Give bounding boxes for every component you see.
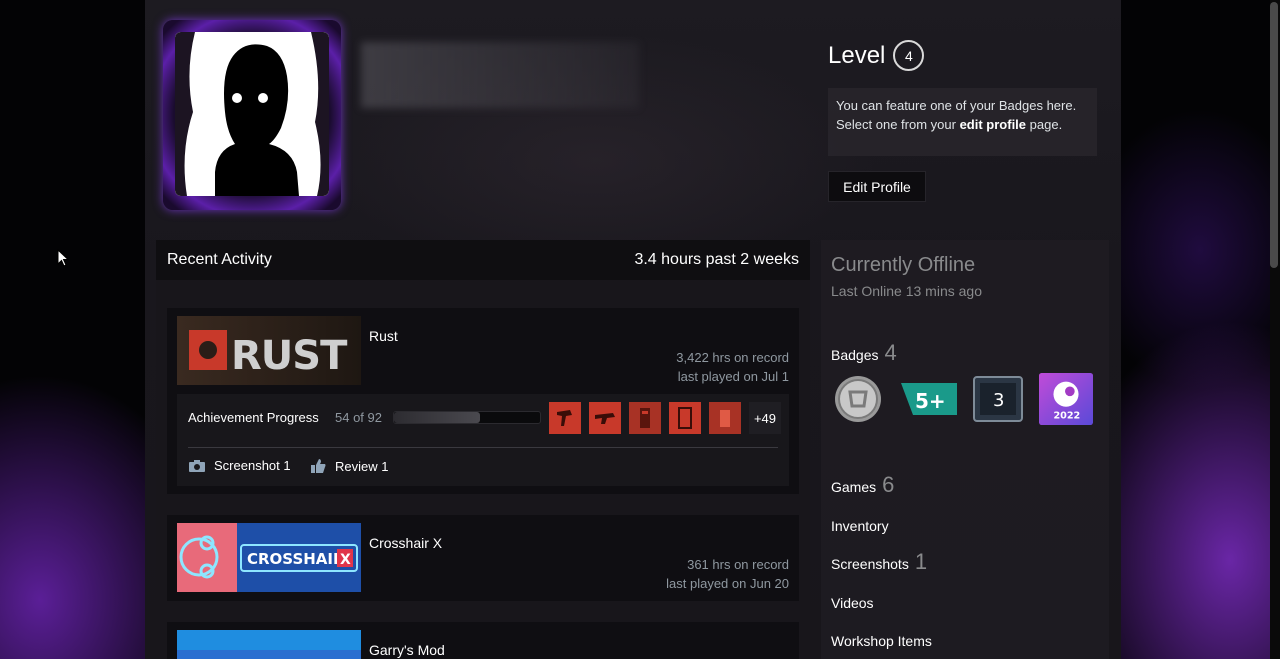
svg-text:2022: 2022: [1053, 410, 1080, 421]
achievement-door-icon[interactable]: [669, 402, 701, 434]
svg-text:X: X: [340, 552, 351, 568]
achievement-divider: [188, 447, 778, 448]
profile-sidebar: Currently Offline Last Online 13 mins ag…: [821, 240, 1109, 659]
achievement-progress-row: Achievement Progress 54 of 92 +49 Screen…: [177, 394, 789, 486]
badges-link[interactable]: Badges 4: [831, 340, 897, 366]
game-name[interactable]: Garry's Mod: [369, 642, 445, 658]
recent-activity-title: Recent Activity: [167, 251, 272, 268]
achievement-gun-icon[interactable]: [589, 402, 621, 434]
profile-name-blurred: [361, 42, 639, 108]
inventory-link[interactable]: Inventory: [831, 518, 889, 534]
badge-coin-icon[interactable]: [831, 372, 885, 426]
game-capsule-garrys-mod[interactable]: [177, 630, 361, 659]
svg-text:RUST: RUST: [231, 333, 348, 379]
recent-activity-panel: Recent Activity 3.4 hours past 2 weeks R…: [156, 240, 810, 659]
recent-activity-hours: 3.4 hours past 2 weeks: [634, 251, 799, 268]
achievement-panel-icon[interactable]: [709, 402, 741, 434]
achievement-progress-fill: [394, 412, 480, 423]
profile-level: Level 4: [828, 40, 925, 71]
recent-activity-header: Recent Activity 3.4 hours past 2 weeks: [156, 240, 810, 280]
badge-steam-2022-icon[interactable]: 2022: [1039, 372, 1093, 426]
game-card-garrys-mod: Garry's Mod: [167, 622, 799, 659]
badge-years-icon[interactable]: 5+: [901, 372, 957, 426]
achievement-armor-icon[interactable]: [629, 402, 661, 434]
svg-text:3: 3: [993, 390, 1004, 411]
camera-icon: [189, 459, 205, 472]
achievement-icons: +49: [549, 402, 781, 434]
more-achievements[interactable]: +49: [749, 402, 781, 434]
screenshot-link[interactable]: Screenshot 1: [188, 458, 291, 473]
mouse-cursor-icon: [57, 249, 69, 267]
level-badge[interactable]: 4: [893, 40, 925, 71]
achievement-count: 54 of 92: [335, 410, 382, 425]
videos-link[interactable]: Videos: [831, 595, 874, 611]
game-name[interactable]: Crosshair X: [369, 535, 442, 551]
page-scrollbar-thumb[interactable]: [1270, 2, 1278, 268]
feature-text-line-2: Select one from your edit profile page.: [836, 117, 1063, 132]
avatar-silhouette-icon: [175, 32, 329, 196]
game-capsule-rust[interactable]: RUST: [177, 316, 361, 385]
last-online: Last Online 13 mins ago: [831, 283, 982, 299]
garrys-mod-logo-icon: [177, 630, 361, 659]
edit-profile-link[interactable]: edit profile: [960, 117, 1026, 132]
achievement-progress-label[interactable]: Achievement Progress: [188, 410, 319, 425]
achievement-hammer-icon[interactable]: [549, 402, 581, 434]
level-label: Level: [828, 41, 886, 69]
crosshair-x-logo-icon: CROSSHAIR X: [177, 523, 361, 592]
feature-text-line-1: You can feature one of your Badges here.: [836, 98, 1077, 113]
workshop-items-link[interactable]: Workshop Items: [831, 633, 932, 649]
edit-profile-button[interactable]: Edit Profile: [828, 171, 926, 202]
game-capsule-crosshair-x[interactable]: CROSSHAIR X: [177, 523, 361, 592]
featured-badge-box: You can feature one of your Badges here.…: [828, 88, 1097, 156]
online-status: Currently Offline: [831, 254, 976, 276]
rust-logo-icon: RUST: [177, 316, 361, 385]
badge-level-3-icon[interactable]: 3: [971, 372, 1025, 426]
achievement-progress-bar: [393, 411, 541, 424]
svg-text:5+: 5+: [915, 389, 946, 413]
game-playtime: 361 hrs on record last played on Jun 20: [666, 557, 789, 591]
review-link[interactable]: Review 1: [309, 458, 388, 474]
game-card-crosshair-x: CROSSHAIR X Crosshair X 361 hrs on recor…: [167, 515, 799, 601]
avatar: [175, 32, 329, 196]
avatar-frame[interactable]: [163, 20, 341, 210]
game-name[interactable]: Rust: [369, 328, 398, 344]
svg-text:CROSSHAIR: CROSSHAIR: [247, 550, 345, 568]
profile-container: Level 4 You can feature one of your Badg…: [145, 0, 1121, 659]
games-link[interactable]: Games 6: [831, 472, 894, 498]
game-playtime: 3,422 hrs on record last played on Jul 1: [676, 350, 789, 384]
thumbs-up-icon: [311, 459, 326, 473]
screenshots-link[interactable]: Screenshots 1: [831, 549, 927, 575]
game-card-rust: RUST Rust 3,422 hrs on record last playe…: [167, 308, 799, 494]
